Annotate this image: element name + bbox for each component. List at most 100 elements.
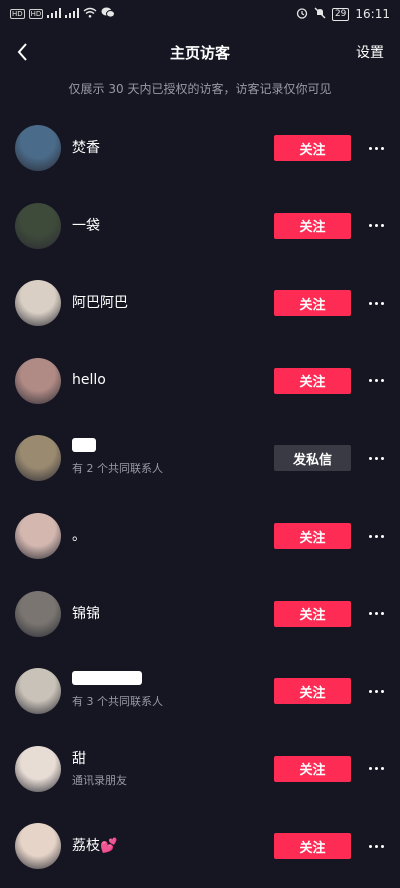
avatar[interactable] bbox=[15, 435, 61, 482]
avatar[interactable] bbox=[15, 668, 61, 715]
more-dot bbox=[374, 534, 378, 538]
avatar[interactable] bbox=[15, 745, 61, 792]
more-icon[interactable] bbox=[364, 755, 388, 783]
more-dot bbox=[368, 456, 372, 460]
name-block: 一袋 bbox=[72, 190, 100, 260]
visitor-row[interactable]: 焚香 关注 bbox=[0, 112, 400, 182]
avatar[interactable] bbox=[15, 590, 61, 637]
more-dot bbox=[374, 689, 378, 693]
visitor-name[interactable]: 阿巴阿巴 bbox=[72, 292, 128, 312]
avatar[interactable] bbox=[15, 823, 61, 870]
more-dot bbox=[380, 224, 384, 228]
more-icon[interactable] bbox=[364, 134, 388, 162]
visitor-relation: 有 2 个共同联系人 bbox=[72, 462, 163, 476]
visitor-name[interactable]: 一袋 bbox=[72, 215, 100, 235]
follow-button[interactable]: 关注 bbox=[274, 290, 351, 317]
redacted-name bbox=[72, 438, 96, 453]
visitor-row[interactable]: 荔枝💕 关注 bbox=[0, 810, 400, 880]
visitor-name[interactable]: 焚香 bbox=[72, 137, 100, 157]
more-dot bbox=[374, 844, 378, 848]
visibility-notice: 仅展示 30 天内已授权的访客，访客记录仅你可见 bbox=[68, 82, 332, 96]
name-block: hello bbox=[72, 345, 106, 415]
visitor-relation: 有 3 个共同联系人 bbox=[72, 695, 163, 709]
more-dot bbox=[374, 767, 378, 771]
message-button[interactable]: 发私信 bbox=[274, 445, 351, 472]
visitor-row[interactable]: 有 3 个共同联系人 关注 bbox=[0, 655, 400, 725]
visitor-row[interactable]: 有 2 个共同联系人 发私信 bbox=[0, 422, 400, 492]
more-dot bbox=[380, 146, 384, 150]
clock: 16:11 bbox=[355, 7, 390, 21]
avatar[interactable] bbox=[15, 280, 61, 327]
more-dot bbox=[368, 379, 372, 383]
wechat-icon bbox=[101, 7, 116, 21]
follow-button[interactable]: 关注 bbox=[274, 833, 351, 860]
avatar[interactable] bbox=[15, 202, 61, 249]
follow-button[interactable]: 关注 bbox=[274, 600, 351, 627]
more-icon[interactable] bbox=[364, 600, 388, 628]
more-icon[interactable] bbox=[364, 212, 388, 240]
more-dot bbox=[374, 456, 378, 460]
visitor-name[interactable] bbox=[72, 438, 163, 456]
follow-button[interactable]: 关注 bbox=[274, 367, 351, 394]
visitor-row[interactable]: hello 关注 bbox=[0, 345, 400, 415]
name-block: 有 2 个共同联系人 bbox=[72, 422, 163, 492]
name-block: 有 3 个共同联系人 bbox=[72, 655, 163, 725]
page-title: 主页访客 bbox=[169, 43, 230, 62]
back-button[interactable] bbox=[12, 38, 36, 66]
follow-button[interactable]: 关注 bbox=[274, 212, 351, 239]
more-icon[interactable] bbox=[364, 444, 388, 472]
more-dot bbox=[368, 689, 372, 693]
follow-button[interactable]: 关注 bbox=[274, 523, 351, 549]
status-bar: HD HD 29 16:11 bbox=[0, 0, 400, 28]
more-icon[interactable] bbox=[364, 289, 388, 317]
more-icon[interactable] bbox=[364, 367, 388, 395]
more-dot bbox=[380, 844, 384, 848]
hd-badge: HD bbox=[28, 9, 44, 19]
visitor-name[interactable]: 荔枝💕 bbox=[72, 835, 117, 855]
visitor-row[interactable]: 。 关注 bbox=[0, 500, 400, 570]
chevron-left-icon bbox=[17, 43, 27, 61]
follow-button[interactable]: 关注 bbox=[274, 755, 351, 782]
more-icon[interactable] bbox=[364, 522, 388, 550]
more-dot bbox=[368, 146, 372, 150]
visitor-row[interactable]: 锦锦 关注 bbox=[0, 578, 400, 648]
follow-button[interactable]: 关注 bbox=[274, 135, 351, 161]
more-dot bbox=[368, 767, 372, 771]
more-dot bbox=[380, 301, 384, 305]
status-right: 29 16:11 bbox=[296, 7, 390, 22]
follow-button[interactable]: 关注 bbox=[274, 678, 351, 705]
more-icon[interactable] bbox=[364, 677, 388, 705]
more-dot bbox=[368, 224, 372, 228]
visitor-relation: 通讯录朋友 bbox=[72, 773, 127, 787]
name-block: 甜通讯录朋友 bbox=[72, 733, 127, 803]
more-icon[interactable] bbox=[364, 832, 388, 860]
more-dot bbox=[374, 224, 378, 228]
visitor-name[interactable] bbox=[72, 671, 163, 689]
avatar[interactable] bbox=[15, 125, 61, 171]
visitor-row[interactable]: 阿巴阿巴 关注 bbox=[0, 267, 400, 337]
status-left: HD HD bbox=[10, 7, 116, 21]
more-dot bbox=[380, 612, 384, 616]
avatar[interactable] bbox=[15, 513, 61, 559]
visitor-name[interactable]: 锦锦 bbox=[72, 603, 100, 623]
visitor-name[interactable]: hello bbox=[72, 372, 106, 388]
avatar[interactable] bbox=[15, 357, 61, 404]
mute-icon bbox=[314, 7, 326, 22]
more-dot bbox=[374, 612, 378, 616]
visitor-row[interactable]: 一袋 关注 bbox=[0, 190, 400, 260]
name-block: 锦锦 bbox=[72, 578, 100, 648]
visitor-name[interactable]: 。 bbox=[72, 525, 86, 545]
more-dot bbox=[368, 301, 372, 305]
visitor-name[interactable]: 甜 bbox=[72, 748, 127, 768]
more-dot bbox=[380, 767, 384, 771]
signal-icon bbox=[47, 7, 62, 21]
visitor-row[interactable]: 甜通讯录朋友 关注 bbox=[0, 733, 400, 803]
more-dot bbox=[374, 379, 378, 383]
more-dot bbox=[368, 534, 372, 538]
more-dot bbox=[368, 844, 372, 848]
name-block: 阿巴阿巴 bbox=[72, 267, 128, 337]
wifi-icon bbox=[83, 7, 97, 21]
more-dot bbox=[380, 379, 384, 383]
settings-button[interactable]: 设置 bbox=[356, 42, 384, 62]
name-block: 焚香 bbox=[72, 112, 100, 182]
